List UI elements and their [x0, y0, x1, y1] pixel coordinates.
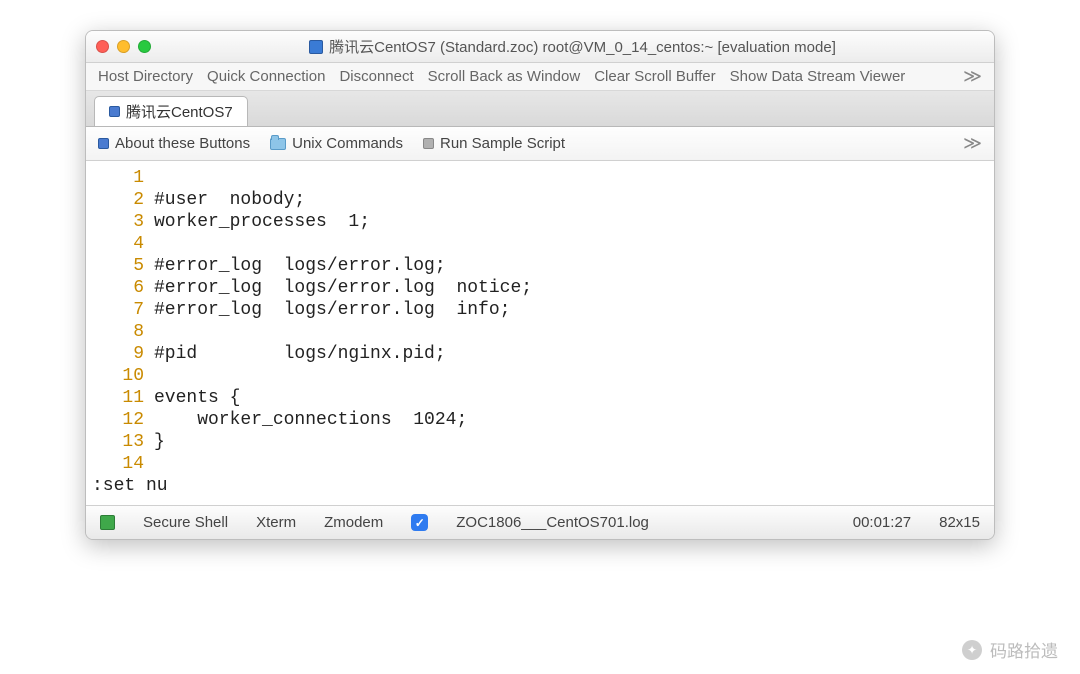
- status-connection: Secure Shell: [143, 514, 228, 531]
- line-number: 9: [86, 343, 154, 365]
- editor-line: 11events {: [86, 387, 994, 409]
- editor-line: 2#user nobody;: [86, 189, 994, 211]
- terminal-viewport[interactable]: 12#user nobody;3worker_processes 1;45#er…: [86, 161, 994, 505]
- menu-clear-buffer[interactable]: Clear Scroll Buffer: [594, 68, 715, 85]
- line-text: #error_log logs/error.log notice;: [154, 277, 532, 299]
- line-text: worker_processes 1;: [154, 211, 370, 233]
- line-number: 6: [86, 277, 154, 299]
- line-number: 3: [86, 211, 154, 233]
- status-bar: Secure Shell Xterm Zmodem ✓ ZOC1806___Ce…: [86, 505, 994, 539]
- editor-line: 7#error_log logs/error.log info;: [86, 299, 994, 321]
- tab-label: 腾讯云CentOS7: [126, 101, 233, 122]
- window-title: 腾讯云CentOS7 (Standard.zoc) root@VM_0_14_c…: [329, 36, 836, 57]
- tab-bar: 腾讯云CentOS7: [86, 91, 994, 127]
- session-tab[interactable]: 腾讯云CentOS7: [94, 96, 248, 126]
- menu-quick-connection[interactable]: Quick Connection: [207, 68, 325, 85]
- line-text: worker_connections 1024;: [154, 409, 467, 431]
- run-sample-label: Run Sample Script: [440, 135, 565, 152]
- minimize-icon[interactable]: [117, 40, 130, 53]
- line-text: #pid logs/nginx.pid;: [154, 343, 446, 365]
- menu-overflow-icon[interactable]: ≫: [963, 66, 982, 87]
- editor-line: 9#pid logs/nginx.pid;: [86, 343, 994, 365]
- tab-indicator-icon: [109, 106, 120, 117]
- status-terminal: Xterm: [256, 514, 296, 531]
- line-text: #error_log logs/error.log info;: [154, 299, 510, 321]
- square-icon: [98, 138, 109, 149]
- connection-icon: [100, 515, 115, 530]
- about-buttons-label: About these Buttons: [115, 135, 250, 152]
- menu-scroll-back[interactable]: Scroll Back as Window: [428, 68, 581, 85]
- unix-commands-label: Unix Commands: [292, 135, 403, 152]
- status-protocol: Zmodem: [324, 514, 383, 531]
- watermark: ✦ 码路拾遗: [962, 637, 1058, 662]
- editor-line: 4: [86, 233, 994, 255]
- button-bar: About these Buttons Unix Commands Run Sa…: [86, 127, 994, 161]
- window-title-wrap: 腾讯云CentOS7 (Standard.zoc) root@VM_0_14_c…: [161, 36, 984, 57]
- editor-line: 5#error_log logs/error.log;: [86, 255, 994, 277]
- editor-line: 8: [86, 321, 994, 343]
- editor-line: 10: [86, 365, 994, 387]
- status-logfile: ZOC1806___CentOS701.log: [456, 514, 649, 531]
- line-text: events {: [154, 387, 240, 409]
- editor-line: 1: [86, 167, 994, 189]
- square-icon: [423, 138, 434, 149]
- line-number: 1: [86, 167, 154, 189]
- line-number: 13: [86, 431, 154, 453]
- line-text: #error_log logs/error.log;: [154, 255, 446, 277]
- status-time: 00:01:27: [853, 514, 911, 531]
- close-icon[interactable]: [96, 40, 109, 53]
- app-icon: [309, 40, 323, 54]
- watermark-text: 码路拾遗: [990, 637, 1058, 662]
- wechat-icon: ✦: [962, 640, 982, 660]
- line-text: #user nobody;: [154, 189, 305, 211]
- line-number: 14: [86, 453, 154, 475]
- editor-line: 3worker_processes 1;: [86, 211, 994, 233]
- line-number: 7: [86, 299, 154, 321]
- menu-disconnect[interactable]: Disconnect: [339, 68, 413, 85]
- zoom-icon[interactable]: [138, 40, 151, 53]
- line-number: 5: [86, 255, 154, 277]
- line-text: }: [154, 431, 165, 453]
- unix-commands-button[interactable]: Unix Commands: [270, 135, 403, 152]
- window-controls: [96, 40, 151, 53]
- toolbar-overflow-icon[interactable]: ≫: [963, 133, 982, 154]
- line-number: 10: [86, 365, 154, 387]
- menubar: Host Directory Quick Connection Disconne…: [86, 63, 994, 91]
- menu-data-stream[interactable]: Show Data Stream Viewer: [730, 68, 906, 85]
- editor-lines: 12#user nobody;3worker_processes 1;45#er…: [86, 167, 994, 475]
- line-number: 4: [86, 233, 154, 255]
- check-icon: ✓: [411, 514, 428, 531]
- status-size: 82x15: [939, 514, 980, 531]
- titlebar: 腾讯云CentOS7 (Standard.zoc) root@VM_0_14_c…: [86, 31, 994, 63]
- line-number: 11: [86, 387, 154, 409]
- about-buttons-button[interactable]: About these Buttons: [98, 135, 250, 152]
- menu-host-directory[interactable]: Host Directory: [98, 68, 193, 85]
- editor-line: 6#error_log logs/error.log notice;: [86, 277, 994, 299]
- vim-command-line[interactable]: :set nu: [86, 475, 994, 497]
- editor-line: 12 worker_connections 1024;: [86, 409, 994, 431]
- editor-line: 13}: [86, 431, 994, 453]
- line-number: 8: [86, 321, 154, 343]
- folder-icon: [270, 138, 286, 150]
- app-window: 腾讯云CentOS7 (Standard.zoc) root@VM_0_14_c…: [85, 30, 995, 540]
- editor-line: 14: [86, 453, 994, 475]
- line-number: 2: [86, 189, 154, 211]
- line-number: 12: [86, 409, 154, 431]
- run-sample-button[interactable]: Run Sample Script: [423, 135, 565, 152]
